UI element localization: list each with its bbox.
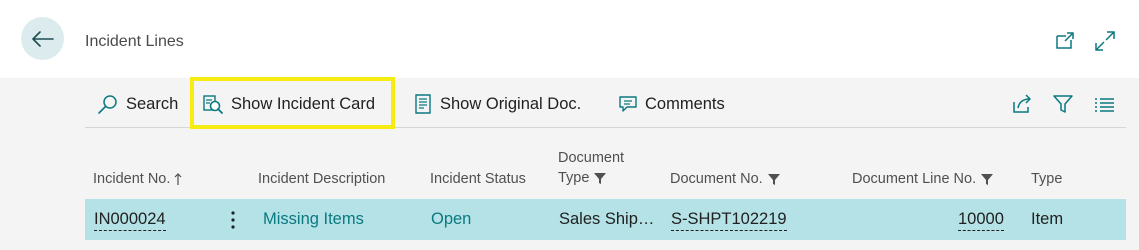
type-cell: Item [1031,210,1064,228]
table-row[interactable]: IN000024 Missing Items Open Sales Ship… … [85,199,1126,240]
column-label: Document No. [670,171,763,187]
back-arrow-icon [31,30,54,47]
incident-description-cell[interactable]: Missing Items [263,209,364,230]
incident-status-cell[interactable]: Open [431,209,471,230]
column-header-incident-status[interactable]: Incident Status [430,169,526,189]
search-icon [98,95,117,114]
share-icon[interactable] [1010,92,1034,116]
show-original-doc-label: Show Original Doc. [440,94,582,113]
incident-card-icon [203,95,223,114]
filter-funnel-icon [767,173,780,185]
search-label: Search [126,94,179,113]
expand-icon[interactable] [1094,30,1116,52]
sort-ascending-icon [174,173,182,185]
column-label: Incident No. [93,171,171,187]
column-label: Incident Description [258,171,386,187]
document-line-no-cell[interactable]: 10000 [958,209,1004,231]
page-header: Incident Lines [0,0,1139,78]
show-incident-card-label: Show Incident Card [231,94,375,113]
column-label: Type [1031,171,1063,187]
filter-funnel-icon [981,173,994,185]
column-header-document-line-no[interactable]: Document Line No. [852,169,994,189]
column-header-document-no[interactable]: Document No. [670,169,781,189]
show-original-doc-button[interactable]: Show Original Doc. [413,80,581,128]
column-label-line1: Document [558,150,625,166]
search-button[interactable]: Search [97,80,178,128]
column-label-line2: Type [558,170,590,186]
column-label-line2-wrap: Type [558,168,607,188]
filter-icon[interactable] [1051,92,1075,116]
document-icon [415,94,431,114]
row-menu-icon[interactable] [229,209,237,231]
document-type-cell: Sales Ship… [559,210,655,228]
column-header-type[interactable]: Type [1031,169,1062,189]
column-header-incident-description[interactable]: Incident Description [258,169,385,189]
open-new-window-icon[interactable] [1054,30,1076,52]
incident-no-link[interactable]: IN000024 [94,209,166,231]
page-title: Incident Lines [85,33,184,50]
back-button[interactable] [21,17,64,60]
filter-funnel-icon [594,172,607,184]
column-label: Document Line No. [852,171,977,187]
show-incident-card-button[interactable]: Show Incident Card [202,80,375,128]
comments-button[interactable]: Comments [618,80,725,128]
column-header-incident-no[interactable]: Incident No. [93,169,182,189]
column-header-document-type[interactable]: Document Type [558,148,624,188]
comment-icon [619,96,637,112]
action-toolbar: Search Show Incident Card Show Original … [85,80,1126,128]
comments-label: Comments [645,94,725,113]
list-view-icon[interactable] [1092,92,1116,116]
document-no-link[interactable]: S-SHPT102219 [671,209,787,231]
column-label: Incident Status [430,171,526,187]
